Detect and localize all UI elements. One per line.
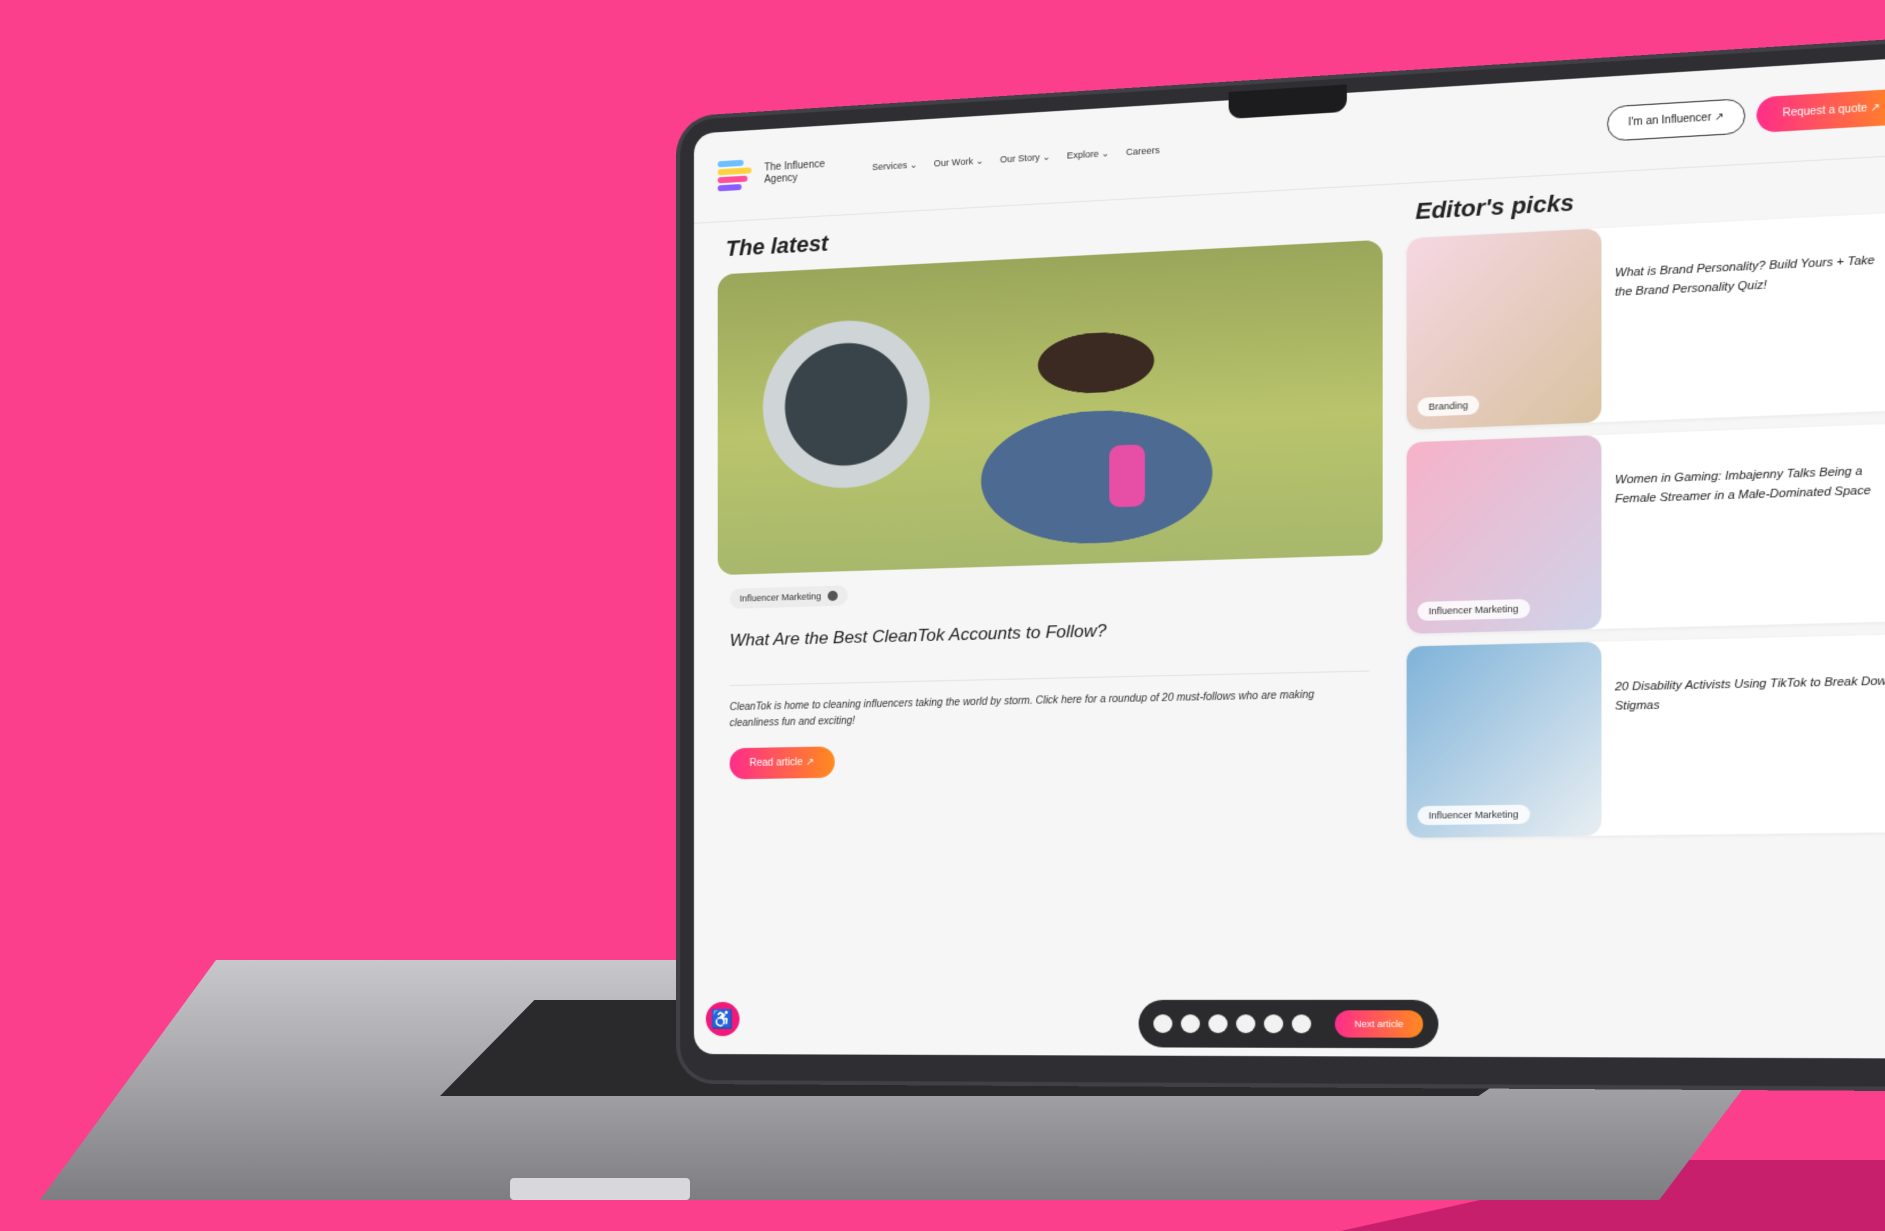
logo-mark-icon — [717, 155, 752, 197]
featured-tag-label: Influencer Marketing — [739, 591, 822, 604]
featured-article-excerpt: CleanTok is home to cleaning influencers… — [729, 689, 1315, 730]
site-logo[interactable]: The Influence Agency — [717, 149, 848, 197]
influencer-button[interactable]: I'm an Influencer ↗ — [1606, 98, 1746, 142]
divider — [729, 670, 1370, 687]
pick-title: What is Brand Personality? Build Yours +… — [1614, 254, 1875, 300]
pick-tag: Influencer Marketing — [1417, 804, 1530, 826]
bottom-pager: Next article — [1138, 999, 1439, 1049]
laptop-screen-frame: The Influence Agency Services Our Work O… — [680, 39, 1885, 1087]
pager-dot[interactable] — [1180, 1014, 1200, 1034]
latest-section: The latest Influencer Marketing What Are… — [717, 196, 1383, 994]
read-article-button[interactable]: Read article ↗ — [729, 746, 835, 780]
logo-text: The Influence Agency — [764, 158, 825, 186]
pick-title: Women in Gaming: Imbajenny Talks Being a… — [1614, 465, 1871, 506]
pick-card[interactable]: Influencer Marketing 20 Disability Activ… — [1406, 634, 1885, 838]
pager-dot[interactable] — [1263, 1014, 1284, 1034]
request-quote-label: Request a quote — [1782, 102, 1868, 120]
blog-content: The latest Influencer Marketing What Are… — [717, 167, 1885, 994]
laptop-trackpad — [510, 1178, 690, 1200]
hero-bottle-shape — [1109, 444, 1145, 508]
read-article-label: Read article — [749, 757, 803, 769]
pick-image: Influencer Marketing — [1406, 641, 1602, 838]
pager-dot[interactable] — [1291, 1014, 1312, 1034]
scene: The Influence Agency Services Our Work O… — [0, 0, 1885, 1231]
pick-card[interactable]: Branding What is Brand Personality? Buil… — [1406, 212, 1885, 430]
header-actions: I'm an Influencer ↗ Request a quote ↗ — [1606, 88, 1885, 142]
pager-dot[interactable] — [1236, 1014, 1256, 1034]
pick-image: Influencer Marketing — [1406, 434, 1602, 634]
pick-tag: Branding — [1417, 395, 1480, 417]
main-nav: Services Our Work Our Story Explore Care… — [872, 145, 1160, 173]
pick-image: Branding — [1406, 228, 1602, 430]
editors-picks-section: Editor's picks Branding What is Brand Pe… — [1406, 167, 1885, 994]
featured-card-body: Influencer Marketing What Are the Best C… — [718, 555, 1383, 794]
nav-item-our-work[interactable]: Our Work — [934, 155, 984, 169]
next-article-button[interactable]: Next article — [1334, 1010, 1424, 1038]
accessibility-icon[interactable]: ♿ — [705, 1001, 740, 1037]
arrow-up-right-icon: ↗ — [1870, 101, 1881, 115]
pick-title: 20 Disability Activists Using TikTok to … — [1614, 674, 1885, 713]
nav-item-our-story[interactable]: Our Story — [1000, 151, 1050, 165]
pick-card[interactable]: Influencer Marketing Women in Gaming: Im… — [1406, 423, 1885, 634]
request-quote-button[interactable]: Request a quote ↗ — [1757, 88, 1885, 133]
arrow-up-right-icon: ↗ — [1714, 111, 1725, 124]
tag-circle-icon — [827, 590, 838, 602]
pager-dot[interactable] — [1208, 1014, 1228, 1034]
arrow-up-right-icon: ↗ — [805, 756, 815, 769]
featured-tag[interactable]: Influencer Marketing — [729, 585, 848, 609]
featured-image[interactable] — [717, 239, 1383, 576]
pick-tag: Influencer Marketing — [1417, 598, 1530, 621]
nav-item-explore[interactable]: Explore — [1067, 148, 1109, 162]
browser-viewport: The Influence Agency Services Our Work O… — [693, 56, 1885, 1059]
featured-article-title[interactable]: What Are the Best CleanTok Accounts to F… — [730, 614, 1370, 651]
nav-item-services[interactable]: Services — [872, 159, 917, 173]
nav-item-careers[interactable]: Careers — [1126, 145, 1160, 158]
pager-dot[interactable] — [1153, 1014, 1173, 1033]
influencer-button-label: I'm an Influencer — [1628, 111, 1712, 129]
